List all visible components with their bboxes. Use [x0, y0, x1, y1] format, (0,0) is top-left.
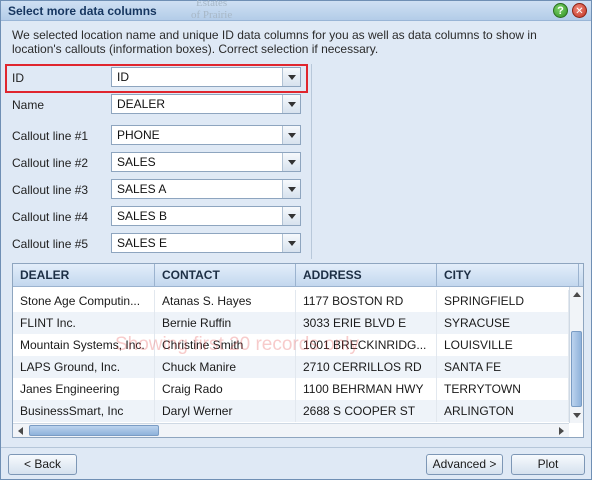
- table-cell: 1001 BRECKINRIDG...: [296, 334, 437, 356]
- column-header-address[interactable]: ADDRESS: [296, 264, 437, 287]
- callout-2-select[interactable]: SALES: [111, 152, 301, 172]
- select-value: PHONE: [117, 128, 160, 142]
- table-cell: Chuck Manire: [155, 356, 296, 378]
- table-row[interactable]: FLINT Inc. Bernie Ruffin 3033 ERIE BLVD …: [13, 312, 569, 334]
- table-cell: SYRACUSE: [437, 312, 569, 334]
- close-icon[interactable]: ✕: [572, 3, 587, 18]
- select-value: SALES B: [117, 209, 168, 223]
- form-separator: [311, 64, 312, 259]
- data-preview-grid[interactable]: DEALER CONTACT ADDRESS CITY Stone Age Co…: [12, 263, 584, 438]
- field-label: Name: [12, 98, 45, 112]
- table-cell: 2710 CERRILLOS RD: [296, 356, 437, 378]
- select-columns-dialog: Select more data columns Estates of Prai…: [0, 0, 592, 480]
- table-cell: Stone Age Computin...: [13, 290, 155, 312]
- select-value: SALES E: [117, 236, 168, 250]
- map-ghost-line-1: Estates: [196, 0, 228, 9]
- field-row-callout-3: Callout line #3 SALES A: [1, 178, 311, 202]
- grid-body: Stone Age Computin... Atanas S. Hayes 11…: [13, 290, 569, 422]
- field-row-name: Name DEALER: [1, 93, 311, 117]
- background-map-text: Estates of Prairie: [191, 0, 232, 21]
- table-cell: Daryl Werner: [155, 400, 296, 422]
- table-row[interactable]: Janes Engineering Craig Rado 1100 BEHRMA…: [13, 378, 569, 400]
- table-cell: BusinessSmart, Inc: [13, 400, 155, 422]
- table-cell: Christine Smith: [155, 334, 296, 356]
- column-header-dealer[interactable]: DEALER: [13, 264, 155, 287]
- field-label: Callout line #1: [12, 129, 89, 143]
- chevron-down-icon[interactable]: [282, 207, 300, 225]
- table-cell: SANTA FE: [437, 356, 569, 378]
- scroll-right-icon[interactable]: [554, 424, 568, 437]
- select-value: DEALER: [117, 97, 166, 111]
- table-cell: 1177 BOSTON RD: [296, 290, 437, 312]
- help-icon[interactable]: ?: [553, 3, 568, 18]
- table-cell: Mountain Systems, Inc.: [13, 334, 155, 356]
- callout-1-select[interactable]: PHONE: [111, 125, 301, 145]
- chevron-down-icon[interactable]: [282, 234, 300, 252]
- id-select[interactable]: ID: [111, 67, 301, 87]
- vertical-scroll-thumb[interactable]: [571, 331, 582, 407]
- table-cell: FLINT Inc.: [13, 312, 155, 334]
- select-value: SALES: [117, 155, 156, 169]
- plot-button[interactable]: Plot: [511, 454, 585, 475]
- horizontal-scroll-thumb[interactable]: [29, 425, 159, 436]
- table-cell: Craig Rado: [155, 378, 296, 400]
- table-cell: ARLINGTON: [437, 400, 569, 422]
- table-cell: 2688 S COOPER ST: [296, 400, 437, 422]
- field-label: Callout line #3: [12, 183, 89, 197]
- table-row[interactable]: LAPS Ground, Inc. Chuck Manire 2710 CERR…: [13, 356, 569, 378]
- chevron-down-icon[interactable]: [282, 153, 300, 171]
- dialog-title: Select more data columns: [8, 4, 157, 18]
- vertical-scrollbar[interactable]: [569, 287, 583, 423]
- table-row[interactable]: Stone Age Computin... Atanas S. Hayes 11…: [13, 290, 569, 312]
- chevron-down-icon[interactable]: [282, 68, 300, 86]
- column-header-city[interactable]: CITY: [437, 264, 579, 287]
- table-row[interactable]: BusinessSmart, Inc Daryl Werner 2688 S C…: [13, 400, 569, 422]
- chevron-down-icon[interactable]: [282, 95, 300, 113]
- table-cell: 1100 BEHRMAN HWY: [296, 378, 437, 400]
- field-row-callout-4: Callout line #4 SALES B: [1, 205, 311, 229]
- select-value: ID: [117, 70, 129, 84]
- horizontal-scrollbar[interactable]: [13, 423, 569, 437]
- field-row-callout-5: Callout line #5 SALES E: [1, 232, 311, 256]
- field-label: Callout line #4: [12, 210, 89, 224]
- intro-text: We selected location name and unique ID …: [12, 28, 537, 56]
- callout-4-select[interactable]: SALES B: [111, 206, 301, 226]
- footer-divider: [1, 447, 591, 448]
- chevron-down-icon[interactable]: [282, 126, 300, 144]
- scroll-down-icon[interactable]: [570, 408, 583, 422]
- table-cell: SPRINGFIELD: [437, 290, 569, 312]
- table-cell: Bernie Ruffin: [155, 312, 296, 334]
- map-ghost-line-2: of Prairie: [191, 9, 233, 21]
- table-row[interactable]: Mountain Systems, Inc. Christine Smith 1…: [13, 334, 569, 356]
- field-label: Callout line #5: [12, 237, 89, 251]
- column-header-contact[interactable]: CONTACT: [155, 264, 296, 287]
- field-row-callout-2: Callout line #2 SALES: [1, 151, 311, 175]
- title-bar[interactable]: Select more data columns Estates of Prai…: [1, 0, 591, 21]
- table-cell: LOUISVILLE: [437, 334, 569, 356]
- field-label: ID: [12, 71, 24, 85]
- chevron-down-icon[interactable]: [282, 180, 300, 198]
- field-row-id: ID ID: [1, 66, 311, 90]
- back-button[interactable]: < Back: [8, 454, 77, 475]
- scroll-left-icon[interactable]: [14, 424, 28, 437]
- grid-header: DEALER CONTACT ADDRESS CITY: [13, 264, 583, 287]
- table-cell: Janes Engineering: [13, 378, 155, 400]
- callout-3-select[interactable]: SALES A: [111, 179, 301, 199]
- field-row-callout-1: Callout line #1 PHONE: [1, 124, 311, 148]
- table-cell: LAPS Ground, Inc.: [13, 356, 155, 378]
- table-cell: TERRYTOWN: [437, 378, 569, 400]
- advanced-button[interactable]: Advanced >: [426, 454, 503, 475]
- name-select[interactable]: DEALER: [111, 94, 301, 114]
- field-label: Callout line #2: [12, 156, 89, 170]
- callout-5-select[interactable]: SALES E: [111, 233, 301, 253]
- table-cell: Atanas S. Hayes: [155, 290, 296, 312]
- scroll-up-icon[interactable]: [570, 288, 583, 302]
- table-cell: 3033 ERIE BLVD E: [296, 312, 437, 334]
- select-value: SALES A: [117, 182, 167, 196]
